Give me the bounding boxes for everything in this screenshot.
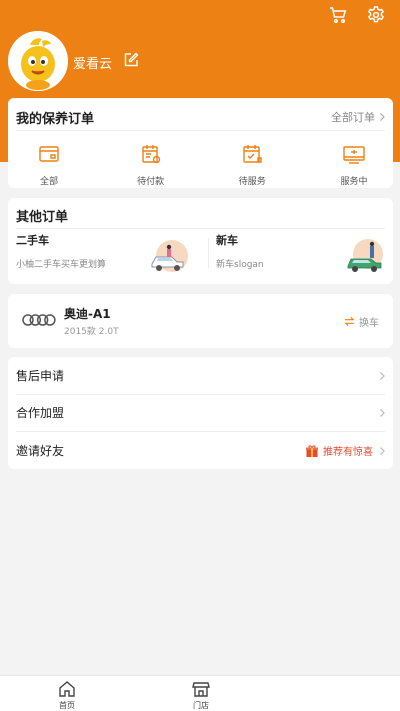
- chevron-right-icon: [380, 446, 385, 455]
- divider: [16, 130, 385, 131]
- calendar-pay-icon: [141, 145, 160, 164]
- nav-home[interactable]: 首页: [42, 679, 92, 711]
- header-actions: [328, 5, 386, 25]
- order-status-label: 服务中: [340, 177, 368, 187]
- my-car-card[interactable]: 奥迪-A1 2015款 2.0T 换车: [8, 294, 393, 348]
- chevron-right-icon: [380, 113, 385, 121]
- settings-gear-icon[interactable]: [366, 5, 386, 25]
- maintenance-orders-title: 我的保养订单: [16, 112, 95, 127]
- order-status-row: 全部 待付款 待服务 服务中: [8, 142, 393, 187]
- other-orders-title: 其他订单: [16, 210, 69, 225]
- other-orders-card: 其他订单 二手车 小柚二手车买车更划算 新车 新车slogan: [8, 198, 393, 284]
- swap-car-label: 换车: [359, 318, 379, 329]
- menu-item-label: 合作加盟: [16, 406, 65, 420]
- username: 爱看云: [73, 57, 113, 72]
- wallet-icon: [39, 146, 59, 162]
- swap-car-button[interactable]: 换车: [344, 314, 379, 329]
- home-icon: [59, 681, 75, 697]
- car-name: 奥迪-A1: [64, 307, 111, 321]
- invite-promo: 推荐有惊喜: [305, 443, 387, 458]
- in-service-icon: [343, 146, 365, 164]
- new-car-illustration: [347, 239, 383, 272]
- bottom-nav: 首页 门店: [0, 675, 400, 711]
- menu-item-franchise[interactable]: 合作加盟: [8, 394, 393, 431]
- vertical-divider: [208, 238, 209, 268]
- menu-item-after-sales[interactable]: 售后申请: [8, 357, 393, 394]
- car-year: 2015款 2.0T: [64, 327, 119, 337]
- invite-promo-text: 推荐有惊喜: [323, 447, 373, 458]
- order-status-label: 待付款: [137, 177, 165, 187]
- nav-home-label: 首页: [59, 701, 75, 710]
- divider: [16, 228, 385, 229]
- order-status-all[interactable]: 全部: [20, 142, 78, 187]
- all-orders-label: 全部订单: [331, 111, 375, 124]
- audi-logo-icon: [22, 314, 56, 326]
- menu-item-label: 邀请好友: [16, 444, 65, 458]
- order-status-pending-service[interactable]: 待服务: [223, 142, 281, 187]
- edit-profile-icon[interactable]: [122, 51, 140, 69]
- menu-item-invite[interactable]: 邀请好友 推荐有惊喜: [8, 432, 393, 469]
- store-icon: [192, 682, 210, 697]
- chevron-right-icon: [380, 371, 385, 380]
- order-status-label: 全部: [39, 177, 58, 187]
- maintenance-orders-card: 我的保养订单 全部订单 全部 待付款 待服务 服务中: [8, 98, 393, 188]
- order-status-in-service[interactable]: 服务中: [325, 142, 383, 187]
- nav-store-label: 门店: [193, 701, 209, 710]
- cart-icon[interactable]: [328, 5, 348, 25]
- avatar[interactable]: [8, 31, 68, 91]
- calendar-service-icon: [243, 145, 263, 163]
- gift-icon: [306, 444, 318, 457]
- order-status-pending-payment[interactable]: 待付款: [122, 142, 180, 187]
- nav-store[interactable]: 门店: [176, 679, 226, 711]
- all-orders-link[interactable]: 全部订单: [331, 109, 387, 125]
- order-status-label: 待服务: [238, 177, 266, 187]
- chevron-right-icon: [380, 408, 385, 417]
- menu-item-label: 售后申请: [16, 369, 65, 383]
- used-car-illustration: [151, 240, 188, 272]
- menu-list-card: 售后申请 合作加盟 邀请好友 推荐有惊喜: [8, 357, 393, 469]
- swap-icon: [344, 316, 355, 327]
